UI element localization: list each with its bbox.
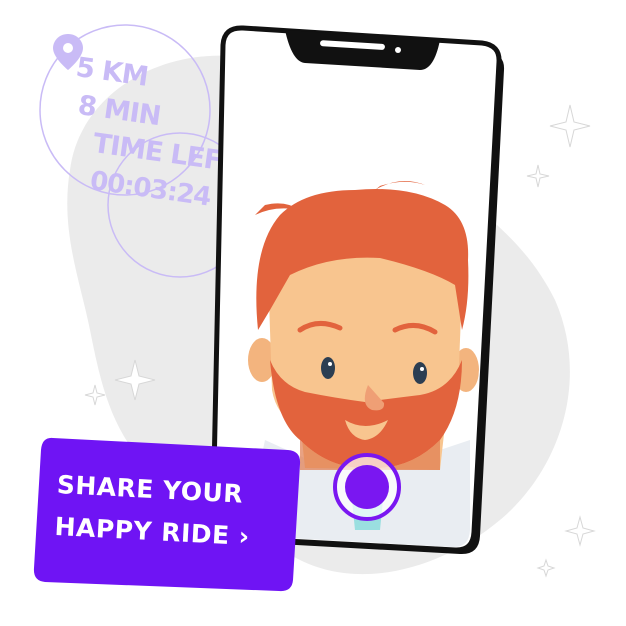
record-button-icon[interactable] [333,453,401,521]
promo-scene: 5 KM 8 MIN TIME LEFT 00:03:24 SHARE YOUR… [0,0,626,626]
share-ride-button[interactable]: SHARE YOUR HAPPY RIDE › [54,464,278,559]
share-line-2-text: HAPPY RIDE [53,511,231,551]
chevron-right-icon: › [238,521,251,552]
